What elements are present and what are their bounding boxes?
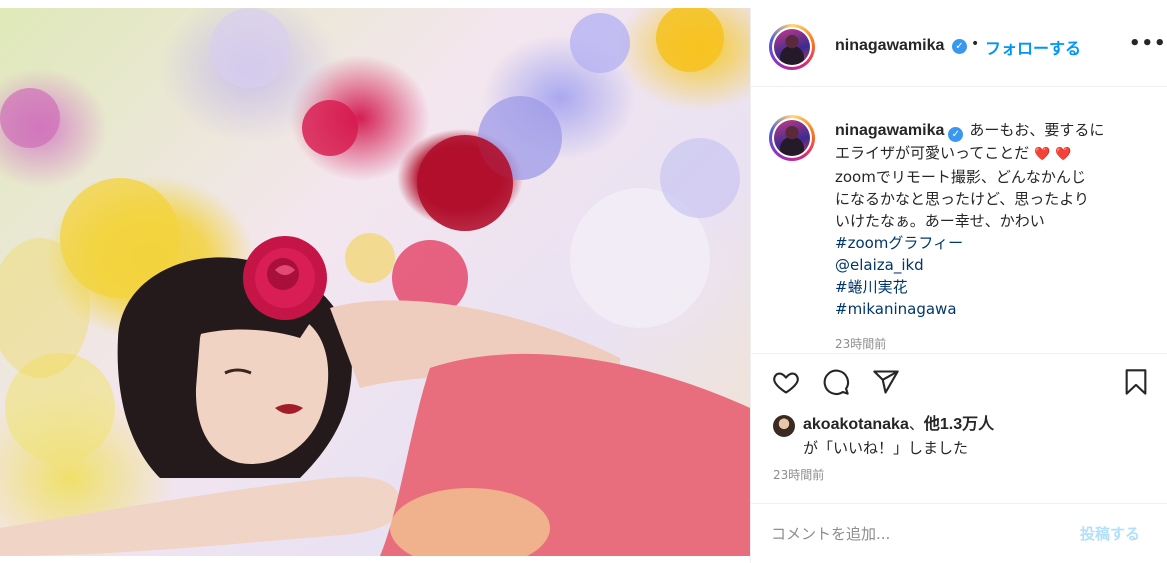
post-side-panel: ninagawamika ✓ • フォローする ••• ninagawamika… [750, 8, 1167, 563]
verified-badge-icon: ✓ [948, 127, 964, 142]
liker-avatar[interactable] [773, 415, 795, 437]
post-header: ninagawamika ✓ • フォローする ••• [751, 8, 1167, 87]
hashtag-link[interactable]: #zoomグラフィー [835, 232, 1155, 254]
instagram-post: ninagawamika ✓ • フォローする ••• ninagawamika… [0, 0, 1167, 563]
post-timestamp[interactable]: 23時間前 [773, 466, 824, 483]
avatar-image [774, 120, 810, 156]
more-options-icon[interactable]: ••• [1129, 33, 1167, 54]
caption-line-2: エライザが可愛いってことだ [835, 144, 1030, 162]
separator-dot: • [971, 36, 980, 52]
paper-plane-icon[interactable] [869, 365, 903, 399]
mention-link[interactable]: @elaiza_ikd [835, 254, 1155, 276]
comment-input[interactable] [771, 522, 1071, 546]
caption-avatar[interactable] [769, 115, 815, 161]
avatar[interactable] [769, 24, 815, 70]
caption-timestamp[interactable]: 23時間前 [835, 335, 886, 352]
bookmark-icon[interactable] [1119, 365, 1153, 399]
comment-bar: 投稿する [751, 503, 1167, 563]
liker-username[interactable]: akoakotanaka [803, 416, 909, 433]
action-bar [751, 365, 1167, 409]
post-photo[interactable] [0, 8, 750, 556]
caption-line-1: あーもお、要するに [969, 121, 1105, 139]
likes-separator: 、 [908, 415, 924, 433]
caption-section: ninagawamika ✓ あーもお、要するに エライザが可愛いってことだ ❤️ … [751, 88, 1167, 354]
caption-text: ninagawamika ✓ あーもお、要するに エライザが可愛いってことだ ❤️ … [835, 119, 1155, 320]
heart-emoji-icon: ❤️ [1055, 147, 1072, 162]
caption-username[interactable]: ninagawamika [835, 122, 944, 139]
follow-button[interactable]: フォローする [985, 35, 1081, 59]
caption-line-5: いけたなぁ。あー幸せ、かわい [835, 212, 1045, 230]
avatar-image [774, 29, 810, 65]
heart-icon[interactable] [769, 365, 803, 399]
author-username[interactable]: ninagawamika [835, 37, 944, 55]
caption-line-3: zoomでリモート撮影、どんなかんじ [835, 168, 1086, 186]
heart-emoji-icon: ❤️ [1034, 147, 1051, 162]
likes-count[interactable]: 他1.3万人 [924, 416, 994, 433]
photo-illustration [0, 8, 750, 556]
liked-text: が「いいね！」しました [803, 439, 969, 457]
hashtag-link[interactable]: #mikaninagawa [835, 298, 1155, 320]
comment-icon[interactable] [819, 365, 853, 399]
verified-badge-icon: ✓ [952, 39, 967, 54]
caption-line-4: になるかなと思ったけど、思ったより [835, 190, 1089, 208]
hashtag-link[interactable]: #蜷川実花 [835, 276, 1155, 298]
post-comment-button[interactable]: 投稿する [1080, 523, 1140, 544]
